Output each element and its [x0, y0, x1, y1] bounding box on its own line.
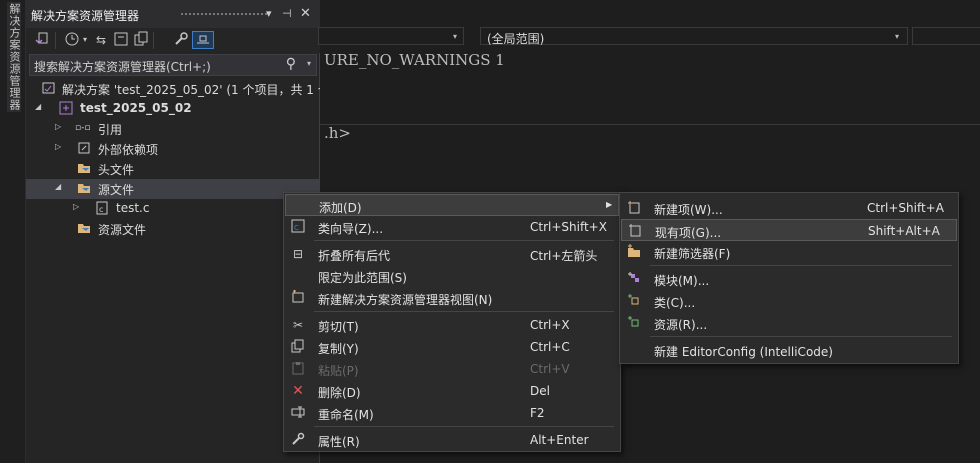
add-submenu: 新建项(W)... Ctrl+Shift+A 现有项(G)... Shift+A… — [619, 192, 959, 364]
auto-hide-pin-icon[interactable]: ⊣ — [282, 7, 292, 20]
class-icon — [626, 293, 642, 309]
search-icon[interactable]: ⚲ — [286, 56, 296, 72]
toolbar-separator — [55, 32, 56, 49]
search-box[interactable]: 搜索解决方案资源管理器(Ctrl+;) ⚲ ▾ — [29, 54, 317, 76]
tree-item-source-files[interactable]: ◢ 源文件 — [26, 179, 320, 199]
existing-item-icon — [627, 223, 643, 239]
search-input[interactable]: 搜索解决方案资源管理器(Ctrl+;) — [34, 58, 211, 75]
menu-item-copy[interactable]: 复制(Y) Ctrl+C — [285, 336, 619, 358]
sync-with-document-icon[interactable] — [33, 31, 51, 49]
member-dropdown[interactable] — [912, 27, 980, 45]
tree-item-external-deps[interactable]: ▷ 外部依赖项 — [26, 139, 320, 159]
editor-divider — [320, 124, 980, 125]
drag-grip[interactable] — [180, 12, 268, 16]
menu-item-paste: 粘贴(P) Ctrl+V — [285, 358, 619, 380]
solution-explorer-panel: 解决方案资源管理器 ▾ ⊣ ✕ ▾ ⇆ 搜索解决方案资源管理器(Ctrl+;) … — [26, 0, 330, 463]
menu-item-class[interactable]: 类(C)... — [621, 290, 957, 312]
back-forward-icon[interactable]: ⇆ — [92, 31, 110, 49]
menu-separator — [314, 240, 614, 241]
menu-item-collapse-all-descendants[interactable]: ⊟ 折叠所有后代 Ctrl+左箭头 — [285, 243, 619, 265]
collapse-icon: ⊟ — [292, 247, 304, 261]
preview-selected-items-icon[interactable] — [192, 31, 214, 49]
new-view-icon — [290, 290, 306, 306]
filter-folder-icon — [77, 221, 91, 235]
svg-text:c: c — [99, 205, 103, 214]
filter-folder-icon — [77, 161, 91, 175]
collapse-all-icon[interactable] — [112, 31, 130, 49]
resource-icon — [626, 315, 642, 331]
scissors-icon: ✂ — [292, 318, 304, 332]
tree-item-resource-files[interactable]: 资源文件 — [26, 219, 320, 239]
new-item-icon — [626, 200, 642, 216]
c-file-icon: c — [95, 201, 109, 215]
menu-item-existing-item[interactable]: 现有项(G)... Shift+Alt+A — [621, 219, 957, 241]
menu-item-new-explorer-view[interactable]: 新建解决方案资源管理器视图(N) — [285, 287, 619, 309]
tree-item-references[interactable]: ▷ ▫-▫ 引用 — [26, 119, 320, 139]
context-menu: 添加(D) ▶ C 类向导(Z)... Ctrl+Shift+X ⊟ 折叠所有后… — [283, 192, 621, 452]
chevron-down-icon[interactable]: ▾ — [895, 32, 899, 41]
menu-item-scope-to-this[interactable]: 限定为此范围(S) — [285, 265, 619, 287]
copy-icon — [290, 339, 306, 355]
menu-item-rename[interactable]: 重命名(M) F2 — [285, 402, 619, 424]
tree-item-test-c[interactable]: ▷ c test.c — [26, 199, 320, 219]
collapsed-arrow-icon[interactable]: ▷ — [73, 202, 79, 211]
toolbar-separator — [153, 32, 154, 49]
submenu-arrow-icon: ▶ — [606, 200, 613, 209]
panel-title-bar: 解决方案资源管理器 ▾ ⊣ ✕ — [26, 0, 320, 28]
panel-title: 解决方案资源管理器 — [31, 9, 140, 23]
tree-item-project[interactable]: ◢ test_2025_05_02 — [26, 99, 320, 119]
project-icon — [59, 101, 73, 115]
search-options-chevron-icon[interactable]: ▾ — [307, 59, 311, 68]
menu-item-resource[interactable]: 资源(R)... — [621, 312, 957, 334]
menu-item-new-editorconfig[interactable]: 新建 EditorConfig (IntelliCode) — [621, 339, 957, 361]
collapsed-arrow-icon[interactable]: ▷ — [55, 122, 61, 131]
delete-x-icon: ✕ — [292, 383, 304, 399]
code-line[interactable]: URE_NO_WARNINGS 1 — [324, 51, 505, 69]
collapsed-arrow-icon[interactable]: ▷ — [55, 142, 61, 151]
class-wizard-icon: C — [290, 219, 306, 235]
menu-item-properties[interactable]: 属性(R) Alt+Enter — [285, 429, 619, 451]
menu-item-new-filter[interactable]: 新建筛选器(F) — [621, 241, 957, 263]
close-icon[interactable]: ✕ — [300, 6, 311, 21]
editor-navigation-bar: ▾ (全局范围) ▾ — [318, 27, 980, 47]
tree-item-header-files[interactable]: 头文件 — [26, 159, 320, 179]
references-icon: ▫-▫ — [75, 123, 91, 133]
menu-item-add[interactable]: 添加(D) ▶ — [285, 194, 619, 216]
external-deps-icon — [77, 141, 91, 155]
vertical-tab-strip: 解决方案资源管理器 — [0, 0, 26, 463]
properties-wrench-icon[interactable] — [172, 31, 190, 49]
file-scope-dropdown[interactable]: ▾ — [318, 27, 464, 45]
wrench-icon — [290, 432, 306, 448]
menu-separator — [314, 426, 614, 427]
new-filter-icon — [626, 244, 642, 260]
expanded-arrow-icon[interactable]: ◢ — [35, 102, 41, 111]
menu-item-new-item[interactable]: 新建项(W)... Ctrl+Shift+A — [621, 197, 957, 219]
rename-icon — [290, 405, 306, 421]
menu-separator — [314, 311, 614, 312]
window-position-dropdown-icon[interactable]: ▾ — [266, 7, 272, 20]
filter-folder-icon — [77, 181, 91, 195]
paste-icon — [290, 361, 306, 377]
panel-toolbar: ▾ ⇆ — [26, 28, 320, 53]
svg-text:C: C — [294, 224, 299, 232]
module-icon — [626, 271, 642, 287]
expanded-arrow-icon[interactable]: ◢ — [55, 182, 61, 191]
pending-changes-clock-icon[interactable] — [63, 31, 81, 49]
scope-dropdown-value: (全局范围) — [487, 32, 545, 46]
chevron-down-icon[interactable]: ▾ — [80, 31, 90, 49]
solution-icon — [42, 81, 56, 95]
chevron-down-icon[interactable]: ▾ — [453, 32, 457, 41]
show-all-files-icon[interactable] — [132, 31, 150, 49]
code-line[interactable]: .h> — [324, 124, 351, 142]
menu-item-module[interactable]: 模块(M)... — [621, 268, 957, 290]
tree-item-solution[interactable]: 解决方案 'test_2025_05_02' (1 个项目，共 1 个 — [26, 79, 330, 99]
menu-separator — [650, 265, 952, 266]
side-tab-solution-explorer[interactable]: 解决方案资源管理器 — [7, 2, 21, 112]
menu-item-cut[interactable]: ✂ 剪切(T) Ctrl+X — [285, 314, 619, 336]
menu-separator — [650, 336, 952, 337]
menu-item-class-wizard[interactable]: C 类向导(Z)... Ctrl+Shift+X — [285, 216, 619, 238]
menu-item-delete[interactable]: ✕ 删除(D) Del — [285, 380, 619, 402]
global-scope-dropdown[interactable]: (全局范围) ▾ — [480, 27, 908, 46]
